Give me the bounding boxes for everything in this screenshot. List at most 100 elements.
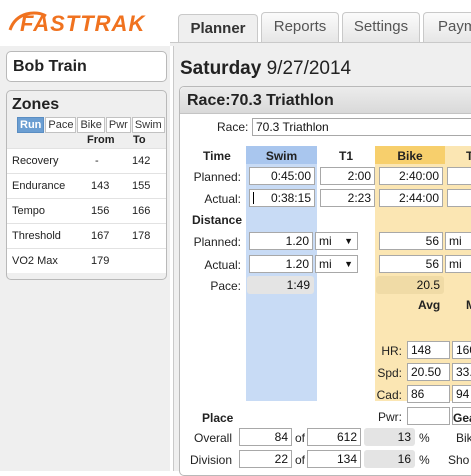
table-row: Threshold 167 178 — [7, 223, 166, 248]
tab-payment[interactable]: Paym — [423, 12, 471, 42]
gear-section-label: Gea — [453, 411, 471, 425]
division-place-input[interactable]: 22 — [239, 450, 292, 468]
chevron-down-icon: ▼ — [344, 259, 353, 269]
t2-actual-time[interactable] — [447, 189, 471, 207]
swim-actual-distance[interactable]: 1.20 — [249, 255, 313, 273]
division-total-input[interactable]: 134 — [307, 450, 361, 468]
cad-avg-input[interactable]: 86 — [407, 385, 450, 403]
zone-to: 166 — [132, 205, 151, 217]
bike-actual-unit-select[interactable]: mi — [445, 255, 471, 273]
col-bike-label: Bike — [397, 149, 423, 163]
t2-planned-time[interactable] — [447, 167, 471, 185]
col-t2-label: T — [466, 149, 471, 163]
date-weekday: Saturday — [180, 58, 262, 79]
zone-tab-bike[interactable]: Bike — [77, 117, 105, 133]
chevron-down-icon: ▼ — [344, 236, 353, 246]
tab-planner[interactable]: Planner — [178, 14, 258, 43]
race-header: Race:70.3 Triathlon — [180, 87, 471, 114]
bike-planned-distance[interactable]: 56 — [379, 232, 443, 250]
zone-from: - — [95, 155, 99, 167]
place-overall-label: Overall — [193, 431, 232, 445]
table-row: Tempo 156 166 — [7, 198, 166, 223]
zone-name: Recovery — [12, 155, 59, 167]
pwr-avg-input[interactable] — [407, 407, 450, 425]
swim-actual-unit-select[interactable]: mi ▼ — [315, 255, 358, 273]
athlete-name: Bob Train — [13, 58, 87, 75]
text-cursor — [253, 192, 254, 204]
zones-table: Recovery - 142 Endurance 143 155 Tempo 1… — [7, 148, 166, 273]
table-row: Recovery - 142 — [7, 148, 166, 173]
page-title: Saturday 9/27/2014 — [180, 58, 351, 80]
tab-settings[interactable]: Settings — [342, 12, 420, 42]
zone-tab-swim[interactable]: Swim — [131, 117, 165, 133]
metric-spd-label: Spd: — [377, 366, 402, 380]
zone-col-to: To — [133, 134, 146, 146]
zone-tab-run[interactable]: Run — [17, 117, 45, 133]
bike-actual-distance[interactable]: 56 — [379, 255, 443, 273]
table-row: VO2 Max 179 — [7, 248, 166, 273]
metrics-max-header: M — [466, 298, 471, 312]
zone-name: Threshold — [12, 230, 61, 242]
division-pct-label: % — [419, 453, 430, 467]
zone-col-from: From — [87, 134, 115, 146]
zone-tab-pace[interactable]: Pace — [45, 117, 77, 133]
zone-from: 143 — [91, 180, 110, 192]
time-section-label: Time — [203, 149, 231, 163]
zone-name: Endurance — [12, 180, 66, 192]
bike-planned-unit-select[interactable]: mi — [445, 232, 471, 250]
zone-name: Tempo — [12, 205, 46, 217]
tab-reports[interactable]: Reports — [261, 12, 339, 42]
metric-cad-label: Cad: — [376, 388, 402, 402]
zone-sport-tabs: Run Pace Bike Pwr Swim — [17, 117, 166, 133]
pace-label: Pace: — [210, 279, 241, 293]
hr-avg-input[interactable]: 148 — [407, 341, 450, 359]
swim-planned-time[interactable]: 0:45:00 — [249, 167, 315, 185]
col-swim-label: Swim — [265, 149, 298, 163]
distance-actual-label: Actual: — [204, 258, 241, 272]
overall-total-input[interactable]: 612 — [307, 428, 361, 446]
swim-planned-distance[interactable]: 1.20 — [249, 232, 313, 250]
t1-actual-time[interactable]: 2:23 — [320, 189, 375, 207]
cad-max-input[interactable]: 94 — [452, 385, 471, 403]
t1-planned-time[interactable]: 2:00 — [320, 167, 375, 185]
zone-name: VO2 Max — [12, 255, 58, 267]
col-t1-label: T1 — [338, 149, 353, 163]
swim-pace-value: 1:49 — [247, 276, 314, 294]
swim-actual-time[interactable]: 0:38:15 — [249, 189, 315, 207]
overall-place-input[interactable]: 84 — [239, 428, 292, 446]
zones-title: Zones — [12, 96, 60, 113]
metric-pwr-label: Pwr: — [378, 410, 402, 424]
hr-max-input[interactable]: 160 — [452, 341, 471, 359]
athlete-panel: Bob Train — [6, 51, 167, 82]
overall-percent: 13 — [364, 428, 415, 446]
overall-of-label: of — [295, 431, 306, 445]
metrics-avg-header: Avg — [418, 298, 441, 312]
distance-planned-label: Planned: — [193, 235, 241, 249]
zone-to: 155 — [132, 180, 151, 192]
division-of-label: of — [295, 453, 306, 467]
zone-to: 178 — [132, 230, 151, 242]
spd-max-input[interactable]: 33. — [452, 363, 471, 381]
zone-tab-pwr[interactable]: Pwr — [105, 117, 131, 133]
race-name-input[interactable]: 70.3 Triathlon — [252, 118, 471, 136]
date-value: 9/27/2014 — [266, 58, 352, 79]
race-name-label: Race: — [217, 120, 249, 134]
zone-from: 156 — [91, 205, 110, 217]
spd-avg-input[interactable]: 20.50 — [407, 363, 450, 381]
bike-planned-time[interactable]: 2:40:00 — [379, 167, 443, 185]
time-planned-label: Planned: — [193, 170, 241, 184]
zone-from: 167 — [91, 230, 110, 242]
gear-shoe-label: Sho — [448, 453, 470, 467]
tab-bar-divider — [170, 42, 471, 46]
bike-actual-time[interactable]: 2:44:00 — [379, 189, 443, 207]
fasttrak-logo: FASTTRAK — [6, 8, 176, 38]
swim-planned-unit-select[interactable]: mi ▼ — [315, 232, 358, 250]
gear-bike-label: Bik — [456, 431, 471, 445]
race-title: Race:70.3 Triathlon — [187, 92, 334, 109]
bike-pace-value: 20.5 — [376, 276, 444, 294]
zone-to: 142 — [132, 155, 151, 167]
division-percent: 16 — [364, 450, 415, 468]
svg-text:FASTTRAK: FASTTRAK — [20, 11, 146, 36]
metric-hr-label: HR: — [381, 344, 402, 358]
overall-pct-label: % — [419, 431, 430, 445]
